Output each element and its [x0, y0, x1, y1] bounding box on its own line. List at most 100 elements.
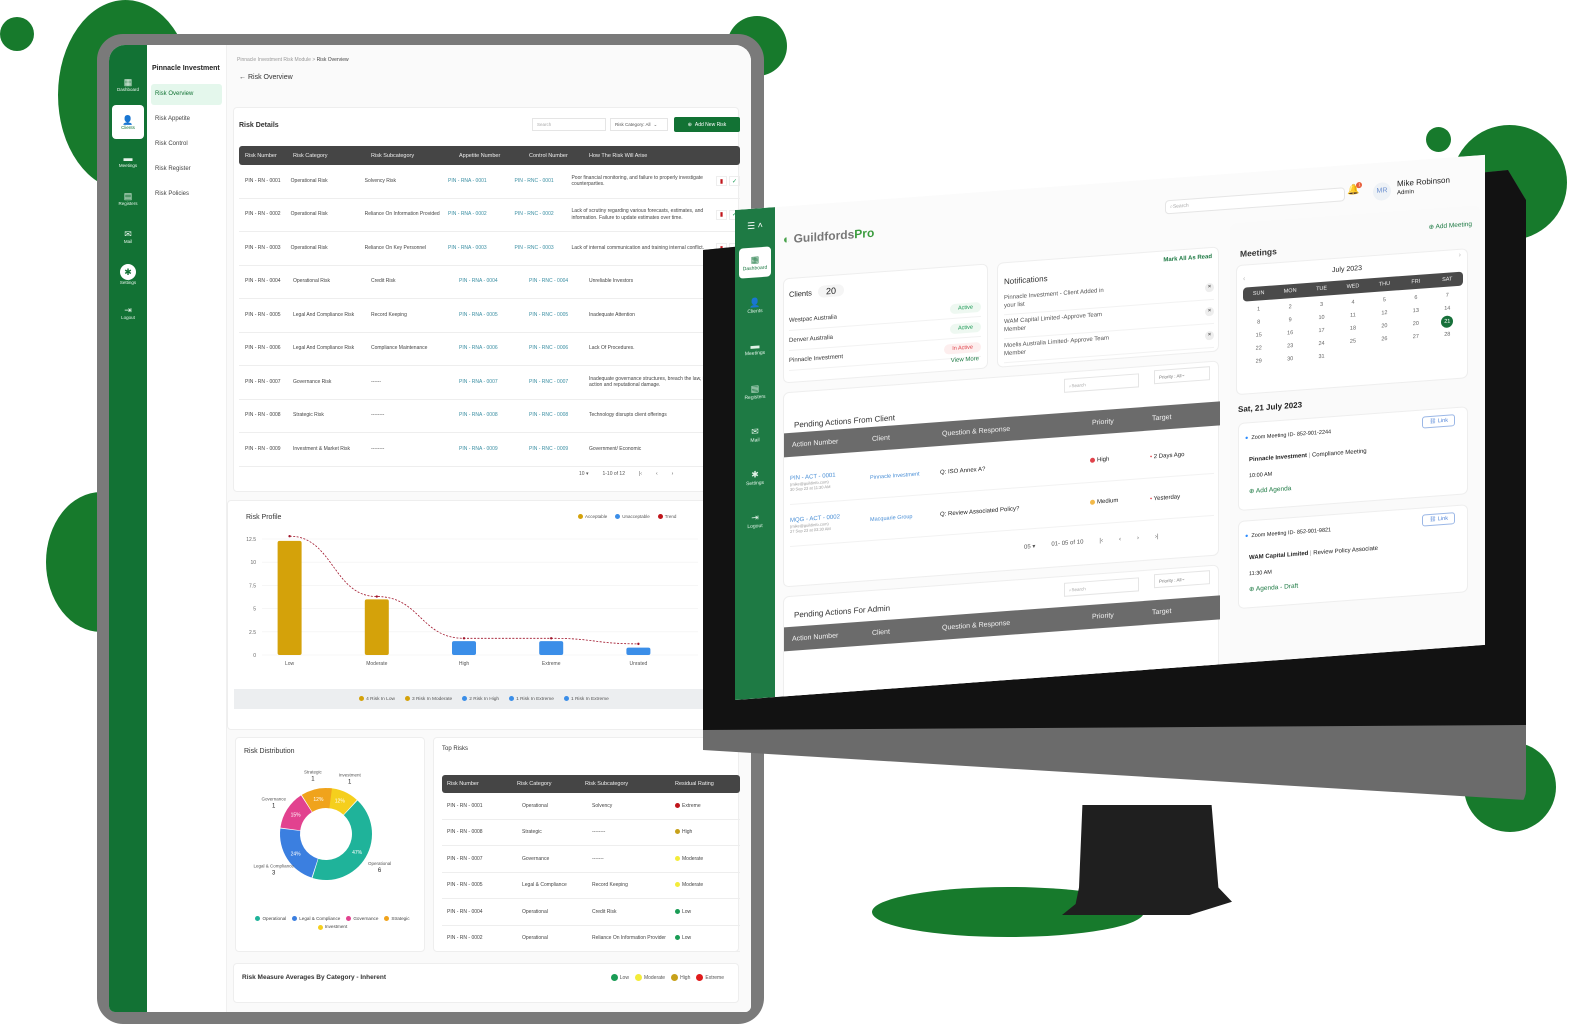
column-header[interactable]: Risk Category — [287, 153, 365, 159]
table-row[interactable]: PIN - RN - 0004 Operational Risk Credit Ri… — [239, 266, 740, 299]
pending-client-search[interactable]: ⌕ Search — [1064, 373, 1139, 393]
calendar-day[interactable]: 29 — [1243, 354, 1274, 369]
table-row[interactable]: PIN - RN - 0002 Operational Risk Reliance … — [239, 199, 741, 232]
table-cell[interactable]: PIN - RNA - 0008 — [453, 412, 523, 419]
table-cell[interactable]: PIN - RNC - 0002 — [508, 211, 565, 218]
meeting-link-button[interactable]: ⛓ Link — [1422, 414, 1455, 429]
table-cell[interactable]: PIN - RNA - 0006 — [453, 345, 523, 352]
table-row[interactable]: PIN - RN - 0002 Operational Reliance On In… — [442, 926, 740, 952]
table-row[interactable]: PIN - RN - 0005 Legal And Compliance Risk… — [239, 299, 740, 333]
column-header[interactable]: Target — [1144, 411, 1204, 422]
column-header[interactable]: Question & Response — [934, 420, 1084, 438]
submenu-risk-appetite[interactable]: Risk Appetite — [151, 109, 222, 130]
calendar-day[interactable]: 14 — [1432, 302, 1463, 317]
rail-item-meetings[interactable]: ▬ Meetings — [112, 143, 144, 177]
table-row[interactable]: PIN - RN - 0007 Governance ------- Moderate — [442, 846, 740, 873]
table-cell[interactable]: PIN - RNC - 0009 — [523, 446, 583, 453]
table-cell[interactable]: PIN - RNC - 0007 — [523, 379, 583, 386]
notification-bell[interactable]: 🔔 1 — [1347, 181, 1363, 196]
rail-item-meetings[interactable]: ▬ Meetings — [739, 332, 771, 364]
calendar-day[interactable]: 31 — [1306, 350, 1337, 365]
table-cell[interactable]: PIN - RNC - 0005 — [523, 312, 583, 319]
table-row[interactable]: PIN - RN - 0001 Operational Solvency Extrem… — [442, 793, 740, 820]
table-cell[interactable]: PIN - RNC - 0001 — [508, 178, 565, 185]
table-row[interactable]: PIN - RN - 0004 Operational Credit Risk Low — [442, 899, 740, 926]
add-new-risk-button[interactable]: ⊕ Add New Risk — [674, 117, 740, 132]
pending-admin-priority-filter[interactable]: Priority : All ⌄ — [1154, 570, 1210, 589]
rail-item-settings[interactable]: ✱ Settings — [739, 461, 771, 493]
prev-month-icon[interactable]: ‹ — [1243, 276, 1245, 283]
meeting-link-button[interactable]: ⛓ Link — [1422, 512, 1455, 527]
mark-all-read-link[interactable]: Mark All As Read — [1163, 254, 1212, 264]
rail-item-settings[interactable]: ✱ Settings — [112, 257, 144, 291]
column-header[interactable]: Target — [1144, 605, 1204, 616]
close-icon[interactable]: × — [1205, 306, 1214, 317]
prev-page-icon[interactable]: ‹ — [1119, 537, 1121, 544]
first-page-icon[interactable]: |‹ — [639, 471, 642, 477]
global-search-input[interactable]: ⌕ Search — [1165, 187, 1345, 215]
column-header[interactable]: Question & Response — [934, 614, 1084, 632]
risk-search-input[interactable]: Search — [532, 118, 606, 131]
back-link[interactable]: ← Risk Overview — [239, 74, 751, 81]
meeting-agenda-action[interactable]: ⊕ Agenda - Draft — [1249, 582, 1298, 594]
table-cell[interactable]: PIN - RNA - 0007 — [453, 379, 523, 386]
rail-item-registers[interactable]: ▤ Registers — [112, 181, 144, 215]
column-header[interactable]: Risk Number — [239, 153, 287, 159]
table-cell[interactable]: PIN - RNC - 0004 — [523, 278, 583, 285]
table-cell[interactable]: PIN - RNA - 0009 — [453, 446, 523, 453]
submenu-risk-overview[interactable]: Risk Overview — [151, 84, 222, 105]
meeting-agenda-action[interactable]: ⊕ Add Agenda — [1249, 484, 1291, 495]
column-header[interactable]: How The Risk Will Arise — [583, 153, 740, 159]
rail-item-mail[interactable]: ✉ Mail — [739, 418, 771, 450]
prev-page-icon[interactable]: ‹ — [656, 471, 658, 477]
pending-admin-search[interactable]: ⌕ Search — [1064, 577, 1139, 597]
column-header[interactable]: Risk Subcategory — [580, 781, 670, 787]
breadcrumb-parent[interactable]: Pinnacle Investment Risk Module — [237, 57, 311, 63]
column-header[interactable]: Priority — [1084, 609, 1144, 621]
submenu-risk-policies[interactable]: Risk Policies — [151, 184, 222, 205]
rail-item-registers[interactable]: ▤ Registers — [739, 375, 771, 407]
close-icon[interactable]: × — [1205, 282, 1214, 293]
risk-category-filter[interactable]: Risk Category: All ⌄ — [610, 118, 668, 131]
column-header[interactable]: Risk Number — [442, 781, 512, 787]
calendar-day[interactable]: 21 — [1441, 315, 1454, 329]
column-header[interactable]: Appetite Number — [453, 153, 523, 159]
table-cell[interactable]: PIN - RNC - 0006 — [523, 345, 583, 352]
menu-toggle[interactable]: ☰ ˄ — [747, 220, 763, 232]
first-page-icon[interactable]: |‹ — [1099, 538, 1103, 545]
column-header[interactable]: Action Number — [784, 436, 864, 449]
user-avatar[interactable]: MR — [1373, 181, 1391, 202]
next-page-icon[interactable]: › — [1137, 535, 1139, 542]
last-page-icon[interactable]: ›| — [1155, 534, 1159, 541]
add-meeting-button[interactable]: ⊕ Add Meeting — [1429, 220, 1472, 231]
submenu-risk-control[interactable]: Risk Control — [151, 134, 222, 155]
column-header[interactable]: Control Number — [523, 153, 583, 159]
close-icon[interactable]: × — [1205, 330, 1214, 341]
column-header[interactable]: Risk Subcategory — [365, 153, 453, 159]
client-link[interactable]: Macquarie Group — [870, 511, 940, 522]
column-header[interactable]: Client — [864, 431, 934, 443]
table-row[interactable]: PIN - RN - 0001 Operational Risk Solvency … — [239, 165, 741, 199]
rail-item-logout[interactable]: ⇥ Logout — [739, 504, 771, 536]
table-row[interactable]: PIN - RN - 0008 Strategic -------- High — [442, 820, 740, 846]
client-link[interactable]: Pinnacle Investment — [870, 469, 940, 481]
table-cell[interactable]: PIN - RNA - 0002 — [442, 211, 508, 218]
pending-client-priority-filter[interactable]: Priority : All ⌄ — [1154, 366, 1210, 385]
table-row[interactable]: PIN - RN - 0003 Operational Risk Reliance … — [239, 232, 741, 266]
table-cell[interactable]: PIN - RNC - 0003 — [508, 245, 565, 252]
table-cell[interactable]: PIN - RNA - 0003 — [442, 245, 508, 252]
table-cell[interactable]: PIN - RNA - 0004 — [453, 278, 523, 285]
rows-per-page-select[interactable]: 05 ▾ — [1024, 543, 1035, 551]
calendar-day[interactable]: 30 — [1274, 352, 1305, 367]
rail-item-logout[interactable]: ⇥ Logout — [112, 295, 144, 329]
submenu-risk-register[interactable]: Risk Register — [151, 159, 222, 180]
table-row[interactable]: PIN - RN - 0009 Investment & Market Risk -… — [239, 433, 740, 467]
rail-item-clients[interactable]: 👤 Clients — [739, 289, 771, 321]
view-more-link[interactable]: View More — [951, 356, 979, 364]
column-header[interactable]: Client — [864, 625, 934, 637]
rail-item-dashboard[interactable]: ▦ Dashboard — [739, 246, 771, 279]
table-row[interactable]: PIN - RN - 0008 Strategic Risk -------- PIN… — [239, 400, 740, 433]
table-cell[interactable]: PIN - RNC - 0008 — [523, 412, 583, 419]
column-header[interactable]: Risk Category — [512, 781, 580, 787]
rail-item-mail[interactable]: ✉ Mail — [112, 219, 144, 253]
